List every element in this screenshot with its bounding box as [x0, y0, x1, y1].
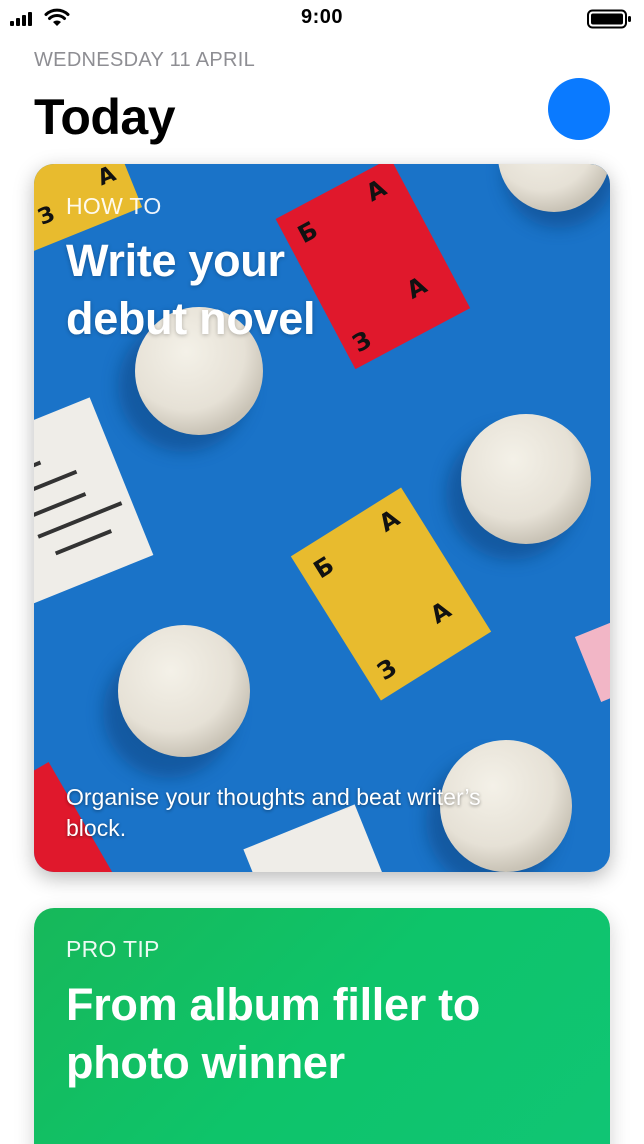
story-card-how-to[interactable]: З А Б А А З Б А А З HOW TO Write your de… [34, 164, 610, 872]
status-time: 9:00 [300, 6, 344, 28]
card-headline: Write your debut novel [66, 235, 316, 344]
date-label: WEDNESDAY 11 APRIL [34, 49, 256, 71]
page-title: Today [34, 89, 176, 145]
card-eyebrow: PRO TIP [66, 936, 160, 962]
status-bar: 9:00 [0, 0, 644, 40]
battery-icon [587, 9, 631, 29]
card-eyebrow: HOW TO [66, 193, 162, 219]
card-headline: From album filler to photo winner [66, 979, 481, 1088]
account-avatar[interactable] [548, 78, 610, 140]
story-card-pro-tip[interactable]: PRO TIP From album filler to photo winne… [34, 908, 610, 1144]
card-summary: Organise your thoughts and beat writer’s… [66, 784, 481, 841]
app-store-today-screen: 9:00 WEDNESDAY 11 APRIL Today З А Б А А … [0, 0, 644, 1144]
